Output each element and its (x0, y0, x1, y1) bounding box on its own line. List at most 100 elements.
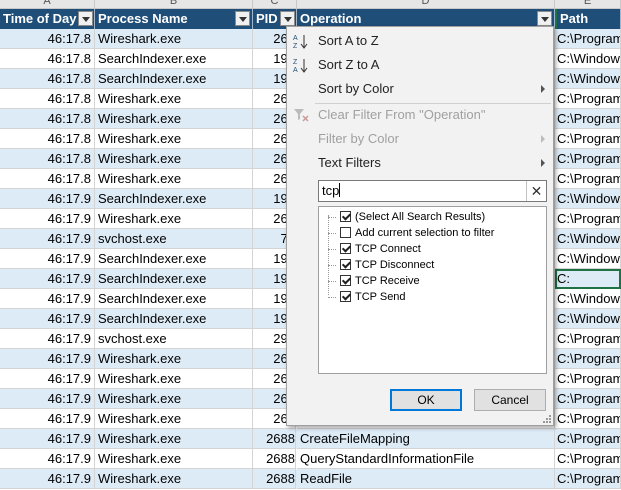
cell-time[interactable]: 46:17.9 (0, 189, 95, 209)
cell-path[interactable]: C:\Window (555, 249, 621, 269)
cell-time[interactable]: 46:17.8 (0, 169, 95, 189)
cell-time[interactable]: 46:17.8 (0, 49, 95, 69)
ok-button[interactable]: OK (390, 389, 462, 411)
filter-checkbox[interactable] (340, 275, 351, 286)
cell-process-name[interactable]: svchost.exe (95, 229, 253, 249)
resize-grip-icon[interactable] (541, 413, 551, 423)
cell-process-name[interactable]: Wireshark.exe (95, 429, 253, 449)
cell-process-name[interactable]: SearchIndexer.exe (95, 289, 253, 309)
cell-process-name[interactable]: Wireshark.exe (95, 369, 253, 389)
menu-sort-by-color[interactable]: Sort by Color (287, 77, 553, 101)
menu-clear-filter[interactable]: Clear Filter From "Operation" (287, 103, 553, 127)
column-letter-e[interactable]: E (555, 0, 621, 9)
cell-process-name[interactable]: Wireshark.exe (95, 169, 253, 189)
cell-process-name[interactable]: Wireshark.exe (95, 149, 253, 169)
column-letter-d[interactable]: D (297, 0, 555, 9)
filter-checkbox[interactable] (340, 259, 351, 270)
cell-process-name[interactable]: Wireshark.exe (95, 29, 253, 49)
cell-path[interactable]: C:\Program (555, 469, 621, 489)
filter-checkbox[interactable] (340, 227, 351, 238)
cell-process-name[interactable]: SearchIndexer.exe (95, 269, 253, 289)
cell-process-name[interactable]: SearchIndexer.exe (95, 189, 253, 209)
menu-sort-z-to-a[interactable]: ZA Sort Z to A (287, 53, 553, 77)
cell-path[interactable]: C:\Program (555, 169, 621, 189)
cell-time[interactable]: 46:17.8 (0, 149, 95, 169)
cell-time[interactable]: 46:17.9 (0, 429, 95, 449)
cell-process-name[interactable]: SearchIndexer.exe (95, 69, 253, 89)
cell-path[interactable]: C:\Program (555, 89, 621, 109)
clear-search-icon[interactable]: ✕ (526, 181, 546, 201)
cell-pid[interactable]: 2688 (253, 429, 296, 449)
cell-time[interactable]: 46:17.8 (0, 69, 95, 89)
cell-time[interactable]: 46:17.9 (0, 369, 95, 389)
column-letter-a[interactable]: A (0, 0, 95, 9)
cell-process-name[interactable]: Wireshark.exe (95, 409, 253, 429)
menu-sort-a-to-z[interactable]: AZ Sort A to Z (287, 29, 553, 53)
cell-operation[interactable]: QueryStandardInformationFile (297, 449, 555, 469)
column-letter-b[interactable]: B (95, 0, 253, 9)
filter-checkbox[interactable] (340, 211, 351, 222)
cell-operation[interactable]: CreateFileMapping (297, 429, 555, 449)
cell-time[interactable]: 46:17.9 (0, 349, 95, 369)
menu-filter-by-color[interactable]: Filter by Color (287, 127, 553, 151)
cell-time[interactable]: 46:17.9 (0, 269, 95, 289)
cell-operation[interactable]: ReadFile (297, 469, 555, 489)
cell-path[interactable]: C:\Window (555, 229, 621, 249)
cell-path[interactable]: C:\Program (555, 349, 621, 369)
cell-process-name[interactable]: Wireshark.exe (95, 109, 253, 129)
cell-time[interactable]: 46:17.9 (0, 289, 95, 309)
cancel-button[interactable]: Cancel (474, 389, 546, 411)
filter-dropdown-button-operation[interactable] (537, 11, 552, 26)
cell-path[interactable]: C:\Window (555, 289, 621, 309)
header-time-of-day[interactable]: Time of Day (0, 9, 95, 29)
cell-process-name[interactable]: Wireshark.exe (95, 209, 253, 229)
cell-time[interactable]: 46:17.9 (0, 329, 95, 349)
cell-time[interactable]: 46:17.8 (0, 29, 95, 49)
cell-path[interactable]: C:\Program (555, 409, 621, 429)
cell-time[interactable]: 46:17.9 (0, 449, 95, 469)
cell-pid[interactable]: 2688 (253, 449, 296, 469)
filter-search-input[interactable]: tcp (322, 181, 341, 201)
cell-path[interactable]: C:\Program (555, 429, 621, 449)
filter-checkbox[interactable] (340, 243, 351, 254)
filter-dropdown-button-process[interactable] (235, 11, 250, 26)
cell-time[interactable]: 46:17.9 (0, 229, 95, 249)
cell-time[interactable]: 46:17.9 (0, 209, 95, 229)
menu-text-filters[interactable]: Text Filters (287, 151, 553, 175)
filter-checkbox[interactable] (340, 291, 351, 302)
cell-process-name[interactable]: SearchIndexer.exe (95, 49, 253, 69)
cell-process-name[interactable]: Wireshark.exe (95, 389, 253, 409)
cell-time[interactable]: 46:17.9 (0, 249, 95, 269)
cell-process-name[interactable]: Wireshark.exe (95, 89, 253, 109)
cell-path[interactable]: C:\Program (555, 29, 621, 49)
cell-process-name[interactable]: Wireshark.exe (95, 129, 253, 149)
cell-time[interactable]: 46:17.8 (0, 89, 95, 109)
cell-time[interactable]: 46:17.8 (0, 129, 95, 149)
cell-process-name[interactable]: Wireshark.exe (95, 449, 253, 469)
cell-path[interactable]: C:\Program (555, 449, 621, 469)
cell-path[interactable]: C:\Program (555, 129, 621, 149)
header-process-name[interactable]: Process Name (95, 9, 253, 29)
cell-pid[interactable]: 2688 (253, 469, 296, 489)
cell-time[interactable]: 46:17.9 (0, 389, 95, 409)
cell-path[interactable]: C:\Window (555, 189, 621, 209)
filter-dropdown-button-time[interactable] (78, 11, 93, 26)
cell-path[interactable]: C:\Program (555, 109, 621, 129)
cell-path[interactable]: C:\Program (555, 369, 621, 389)
cell-path[interactable]: C:\Window (555, 69, 621, 89)
cell-time[interactable]: 46:17.8 (0, 109, 95, 129)
filter-dropdown-button-pid[interactable] (280, 11, 295, 26)
cell-process-name[interactable]: Wireshark.exe (95, 469, 253, 489)
cell-time[interactable]: 46:17.9 (0, 409, 95, 429)
cell-path[interactable]: C:\Window (555, 49, 621, 69)
cell-process-name[interactable]: SearchIndexer.exe (95, 249, 253, 269)
cell-process-name[interactable]: Wireshark.exe (95, 349, 253, 369)
cell-path[interactable]: C:\Window (555, 309, 621, 329)
cell-path[interactable]: C:\Program (555, 329, 621, 349)
cell-path[interactable]: C:\Program (555, 209, 621, 229)
cell-path[interactable]: C:\Program (555, 389, 621, 409)
column-letter-c[interactable]: C (253, 0, 297, 9)
cell-path[interactable]: C: (555, 269, 621, 289)
header-path[interactable]: Path (555, 9, 621, 29)
cell-time[interactable]: 46:17.9 (0, 309, 95, 329)
